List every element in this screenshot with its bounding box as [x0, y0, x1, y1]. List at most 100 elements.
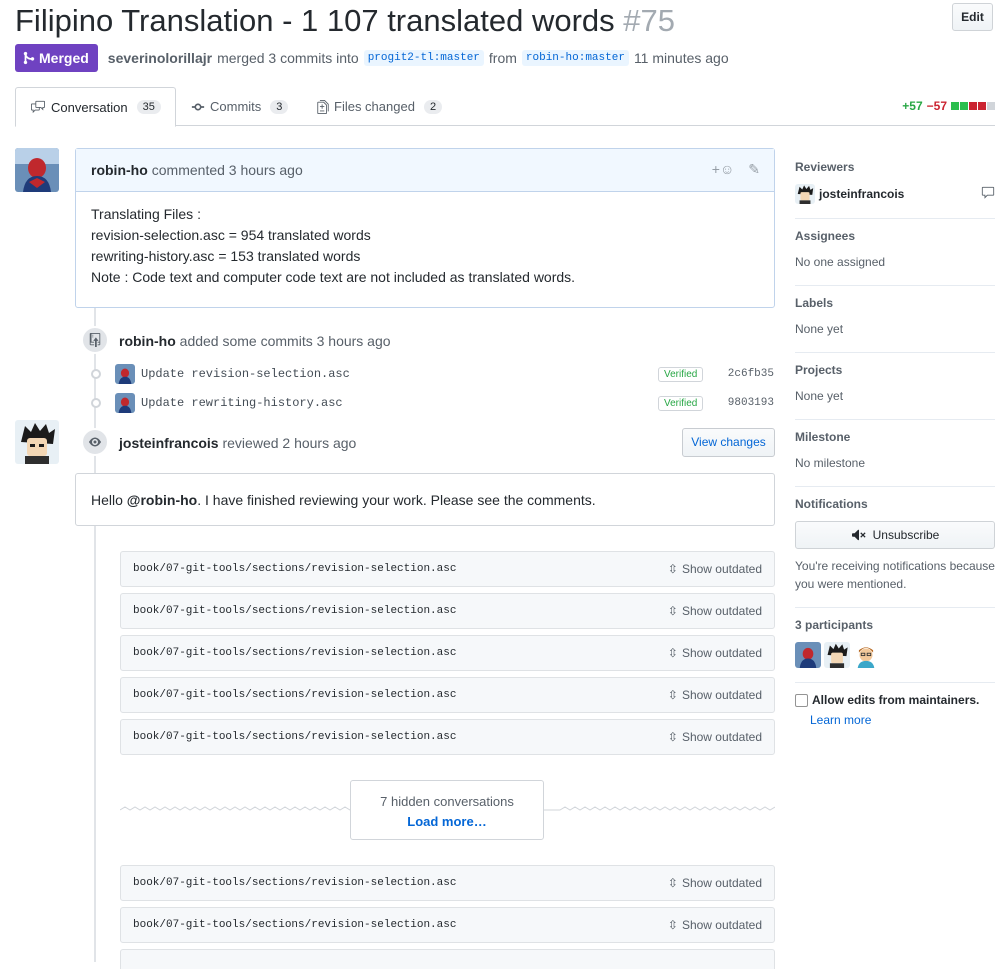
event-author[interactable]: josteinfrancois: [119, 435, 219, 451]
show-outdated-label: Show outdated: [681, 646, 762, 660]
tab-counter: 2: [423, 99, 443, 114]
sidebar-heading[interactable]: Labels: [795, 296, 995, 310]
show-outdated-label: Show outdated: [681, 562, 762, 576]
file-path[interactable]: book/07-git-tools/sections/revision-sele…: [133, 647, 456, 659]
hidden-count: 7 hidden conversations: [380, 794, 514, 809]
sidebar-heading[interactable]: Assignees: [795, 229, 995, 243]
reviewer-name[interactable]: josteinfrancois: [819, 187, 904, 201]
comment-meta: commented 3 hours ago: [151, 162, 303, 178]
commit-message[interactable]: Update revision-selection.asc: [141, 367, 350, 381]
diffstat-block: [960, 102, 968, 110]
avatar-image: [15, 420, 59, 464]
commit-dot: [91, 369, 101, 379]
show-outdated-button[interactable]: ⇳ Show outdated: [668, 562, 762, 576]
review-body: Hello @robin-ho. I have finished reviewi…: [75, 473, 775, 526]
sidebar: Reviewers josteinfrancois Assignees No o…: [795, 150, 995, 727]
review-file-row: [120, 949, 775, 969]
review-file-row: book/07-git-tools/sections/revision-sele…: [120, 907, 775, 943]
commit-row: Update rewriting-history.asc Verified 98…: [88, 390, 776, 416]
verified-badge[interactable]: Verified: [658, 366, 704, 382]
unsubscribe-button[interactable]: Unsubscribe: [795, 521, 995, 549]
file-path[interactable]: book/07-git-tools/sections/revision-sele…: [133, 563, 456, 575]
load-more-button[interactable]: Load more…: [351, 811, 543, 833]
pencil-icon[interactable]: ✎: [748, 161, 760, 178]
avatar[interactable]: [115, 364, 135, 384]
avatar[interactable]: [795, 184, 815, 204]
avatar[interactable]: [795, 642, 821, 668]
unfold-icon: ⇳: [667, 688, 678, 702]
show-outdated-button[interactable]: ⇳ Show outdated: [668, 876, 762, 890]
view-changes-button[interactable]: View changes: [682, 428, 775, 457]
review-file-row: book/07-git-tools/sections/revision-sele…: [120, 551, 775, 587]
comment-header: robin-ho commented 3 hours ago +☺ ✎: [76, 149, 774, 192]
pr-number: #75: [623, 3, 676, 38]
learn-more-link[interactable]: Learn more: [810, 713, 995, 727]
git-commit-icon: [191, 103, 205, 110]
event-author[interactable]: robin-ho: [119, 333, 176, 349]
sidebar-reviewers: Reviewers josteinfrancois: [795, 150, 995, 219]
sidebar-assignees: Assignees No one assigned: [795, 219, 995, 286]
avatar[interactable]: [15, 148, 59, 192]
file-path[interactable]: book/07-git-tools/sections/revision-sele…: [133, 731, 456, 743]
diffstat-block: [987, 102, 995, 110]
sidebar-value: No one assigned: [795, 255, 886, 269]
sidebar-heading[interactable]: Milestone: [795, 430, 995, 444]
show-outdated-button[interactable]: ⇳ Show outdated: [668, 604, 762, 618]
edit-button[interactable]: Edit: [952, 3, 993, 31]
show-outdated-button[interactable]: ⇳ Show outdated: [668, 646, 762, 660]
sidebar-milestone: Milestone No milestone: [795, 420, 995, 487]
unfold-icon: ⇳: [667, 646, 678, 660]
tab-conversation[interactable]: Conversation 35: [15, 87, 176, 127]
event-action: reviewed 2 hours ago: [222, 435, 357, 451]
merged-by-link[interactable]: severinolorillajr: [108, 50, 212, 66]
sidebar-participants: 3 participants: [795, 608, 995, 683]
tab-commits[interactable]: Commits 3: [177, 87, 302, 126]
comment-body: Translating Files : revision-selection.a…: [76, 192, 774, 300]
tab-label: Commits: [210, 99, 262, 114]
commit-dot: [91, 398, 101, 408]
unfold-icon: ⇳: [667, 562, 678, 576]
sidebar-allow-edits: Allow edits from maintainers. Learn more: [795, 693, 995, 727]
base-branch[interactable]: progit2-tl:master: [363, 50, 484, 66]
add-reaction-icon[interactable]: +☺: [712, 161, 734, 178]
diffstat[interactable]: +57 −57: [902, 99, 995, 113]
comment-discussion-icon: [31, 100, 45, 114]
head-branch[interactable]: robin-ho:master: [521, 50, 629, 66]
git-merge-icon: [23, 51, 35, 65]
show-outdated-label: Show outdated: [681, 688, 762, 702]
avatar[interactable]: [15, 420, 59, 464]
comment-author[interactable]: robin-ho: [91, 162, 148, 178]
commit-sha[interactable]: 9803193: [728, 397, 774, 409]
pr-tabs: Conversation 35 Commits 3 Files changed …: [15, 87, 995, 127]
merged-time: 11 minutes ago: [633, 50, 729, 66]
show-outdated-button[interactable]: ⇳ Show outdated: [668, 688, 762, 702]
avatar[interactable]: [115, 393, 135, 413]
tab-files-changed[interactable]: Files changed 2: [303, 87, 456, 126]
comment-line: Translating Files :: [91, 206, 201, 222]
verified-badge[interactable]: Verified: [658, 395, 704, 411]
commit-sha[interactable]: 2c6fb35: [728, 368, 774, 380]
allow-edits-label[interactable]: Allow edits from maintainers.: [812, 693, 979, 707]
sidebar-value: None yet: [795, 322, 844, 336]
file-path[interactable]: book/07-git-tools/sections/revision-sele…: [133, 877, 456, 889]
allow-edits-checkbox[interactable]: [795, 693, 808, 707]
tab-label: Files changed: [334, 99, 415, 114]
review-text-prefix: Hello: [91, 492, 127, 508]
show-outdated-button[interactable]: ⇳ Show outdated: [668, 918, 762, 932]
comment-icon[interactable]: [981, 186, 995, 203]
file-path[interactable]: book/07-git-tools/sections/revision-sele…: [133, 919, 456, 931]
state-badge: Merged: [15, 44, 98, 72]
avatar[interactable]: [853, 642, 879, 668]
sidebar-value: None yet: [795, 389, 844, 403]
sidebar-heading[interactable]: Reviewers: [795, 160, 995, 174]
commit-message[interactable]: Update rewriting-history.asc: [141, 396, 343, 410]
sidebar-heading[interactable]: Projects: [795, 363, 995, 377]
file-path[interactable]: book/07-git-tools/sections/revision-sele…: [133, 689, 456, 701]
file-path[interactable]: book/07-git-tools/sections/revision-sele…: [133, 605, 456, 617]
review-file-row: book/07-git-tools/sections/revision-sele…: [120, 719, 775, 755]
avatar[interactable]: [824, 642, 850, 668]
mention-link[interactable]: @robin-ho: [127, 492, 197, 508]
diffstat-block: [951, 102, 959, 110]
tab-counter: 35: [136, 100, 161, 114]
show-outdated-button[interactable]: ⇳ Show outdated: [668, 730, 762, 744]
